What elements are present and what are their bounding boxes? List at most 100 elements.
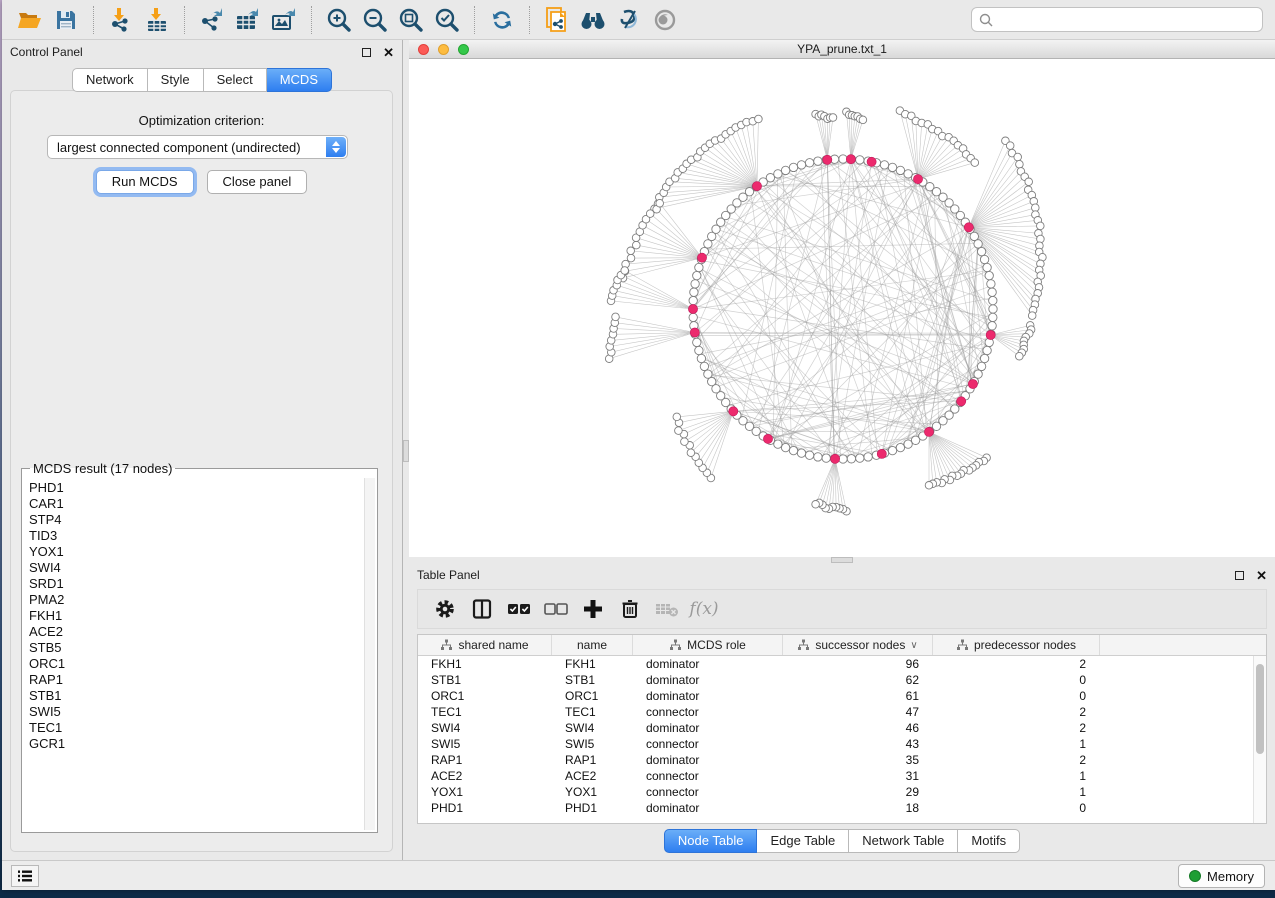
float-panel-icon[interactable] bbox=[1235, 571, 1244, 580]
column-header-filler bbox=[1100, 635, 1266, 655]
tab-select[interactable]: Select bbox=[204, 68, 267, 92]
close-panel-icon[interactable]: ✕ bbox=[383, 46, 394, 59]
cell-MCDS-role: connector bbox=[633, 785, 783, 799]
mcds-node-item[interactable]: STB1 bbox=[29, 688, 364, 704]
table-row[interactable]: TEC1TEC1connector472 bbox=[418, 704, 1253, 720]
open-file-button[interactable] bbox=[12, 4, 48, 36]
attribute-icon bbox=[797, 639, 810, 651]
network-graph[interactable] bbox=[409, 59, 1275, 557]
table-row[interactable]: ORC1ORC1dominator610 bbox=[418, 688, 1253, 704]
task-history-button[interactable] bbox=[11, 865, 39, 887]
show-columns-button[interactable] bbox=[467, 594, 497, 624]
search-input[interactable] bbox=[994, 13, 1262, 27]
scrollbar-thumb[interactable] bbox=[1256, 664, 1264, 754]
close-panel-icon[interactable]: ✕ bbox=[1256, 569, 1267, 582]
open-folder-icon bbox=[17, 9, 43, 31]
save-session-button[interactable] bbox=[48, 4, 84, 36]
tab-edge-table[interactable]: Edge Table bbox=[757, 829, 849, 853]
table-row[interactable]: ACE2ACE2connector311 bbox=[418, 768, 1253, 784]
hide-details-button[interactable] bbox=[611, 4, 647, 36]
mcds-node-item[interactable]: PHD1 bbox=[29, 480, 364, 496]
export-network-button[interactable] bbox=[194, 4, 230, 36]
table-row[interactable]: RAP1RAP1dominator352 bbox=[418, 752, 1253, 768]
column-header-successor-nodes[interactable]: successor nodes∨ bbox=[783, 635, 933, 655]
tab-network-table[interactable]: Network Table bbox=[849, 829, 958, 853]
import-table-button[interactable] bbox=[139, 4, 175, 36]
minimize-window-icon[interactable] bbox=[438, 44, 449, 55]
mcds-node-item[interactable]: SWI4 bbox=[29, 560, 364, 576]
mcds-node-item[interactable]: SRD1 bbox=[29, 576, 364, 592]
table-options-button[interactable] bbox=[430, 594, 460, 624]
table-row[interactable]: SWI4SWI4dominator462 bbox=[418, 720, 1253, 736]
table-scrollbar[interactable] bbox=[1253, 656, 1266, 823]
maximize-window-icon[interactable] bbox=[458, 44, 469, 55]
cell-predecessor-nodes: 2 bbox=[933, 721, 1100, 735]
tab-network[interactable]: Network bbox=[72, 68, 148, 92]
mcds-node-item[interactable]: FKH1 bbox=[29, 608, 364, 624]
cell-MCDS-role: dominator bbox=[633, 673, 783, 687]
zoom-out-button[interactable] bbox=[357, 4, 393, 36]
run-mcds-button[interactable]: Run MCDS bbox=[96, 170, 194, 194]
refresh-button[interactable] bbox=[484, 4, 520, 36]
cell-predecessor-nodes: 1 bbox=[933, 769, 1100, 783]
add-column-button[interactable] bbox=[578, 594, 608, 624]
float-panel-icon[interactable] bbox=[362, 48, 371, 57]
mcds-node-item[interactable]: TEC1 bbox=[29, 720, 364, 736]
tab-node-table[interactable]: Node Table bbox=[664, 829, 758, 853]
memory-button[interactable]: Memory bbox=[1178, 864, 1265, 888]
cell-name: RAP1 bbox=[552, 753, 633, 767]
mcds-node-item[interactable]: TID3 bbox=[29, 528, 364, 544]
mcds-list-scrollbar[interactable] bbox=[364, 478, 375, 830]
mcds-node-item[interactable]: ACE2 bbox=[29, 624, 364, 640]
first-neighbors-button[interactable] bbox=[575, 4, 611, 36]
mcds-node-item[interactable]: GCR1 bbox=[29, 736, 364, 752]
mcds-node-item[interactable]: YOX1 bbox=[29, 544, 364, 560]
table-row[interactable]: STB1STB1dominator620 bbox=[418, 672, 1253, 688]
function-builder-button-disabled: f(x) bbox=[689, 594, 719, 624]
column-header-predecessor-nodes[interactable]: predecessor nodes bbox=[933, 635, 1100, 655]
export-table-button[interactable] bbox=[230, 4, 266, 36]
unchecked-boxes-icon bbox=[544, 602, 568, 616]
table-row[interactable]: YOX1YOX1connector291 bbox=[418, 784, 1253, 800]
hide-graphics-icon bbox=[616, 8, 642, 32]
show-details-button[interactable] bbox=[647, 4, 683, 36]
tab-style[interactable]: Style bbox=[148, 68, 204, 92]
close-window-icon[interactable] bbox=[418, 44, 429, 55]
zoom-fit-button[interactable] bbox=[393, 4, 429, 36]
network-window-titlebar[interactable]: YPA_prune.txt_1 bbox=[409, 40, 1275, 59]
select-all-button[interactable] bbox=[504, 594, 534, 624]
tab-mcds[interactable]: MCDS bbox=[267, 68, 332, 92]
mcds-node-item[interactable]: ORC1 bbox=[29, 656, 364, 672]
mcds-result-list[interactable]: PHD1CAR1STP4TID3YOX1SWI4SRD1PMA2FKH1ACE2… bbox=[24, 480, 364, 830]
mcds-node-item[interactable]: RAP1 bbox=[29, 672, 364, 688]
mcds-node-item[interactable]: CAR1 bbox=[29, 496, 364, 512]
export-image-button[interactable] bbox=[266, 4, 302, 36]
zoom-fit-icon bbox=[398, 7, 424, 33]
mcds-node-item[interactable]: PMA2 bbox=[29, 592, 364, 608]
table-row[interactable]: SWI5SWI5connector431 bbox=[418, 736, 1253, 752]
network-view-window: YPA_prune.txt_1 bbox=[409, 40, 1275, 557]
column-label: MCDS role bbox=[687, 638, 746, 652]
criterion-select[interactable]: largest connected component (undirected) bbox=[47, 135, 348, 159]
table-row[interactable]: PHD1PHD1dominator180 bbox=[418, 800, 1253, 816]
tab-motifs[interactable]: Motifs bbox=[958, 829, 1020, 853]
mcds-node-item[interactable]: STP4 bbox=[29, 512, 364, 528]
column-header-name[interactable]: name bbox=[552, 635, 633, 655]
zoom-selected-button[interactable] bbox=[429, 4, 465, 36]
column-header-MCDS-role[interactable]: MCDS role bbox=[633, 635, 783, 655]
network-canvas[interactable] bbox=[409, 59, 1275, 557]
mcds-node-item[interactable]: SWI5 bbox=[29, 704, 364, 720]
import-network-button[interactable] bbox=[103, 4, 139, 36]
delete-column-button[interactable] bbox=[615, 594, 645, 624]
new-network-from-selection-button[interactable] bbox=[539, 4, 575, 36]
mcds-node-item[interactable]: STB5 bbox=[29, 640, 364, 656]
table-row[interactable]: FKH1FKH1dominator962 bbox=[418, 656, 1253, 672]
cell-successor-nodes: 47 bbox=[783, 705, 933, 719]
search-field[interactable] bbox=[971, 7, 1263, 32]
export-network-icon bbox=[199, 7, 225, 33]
zoom-in-button[interactable] bbox=[321, 4, 357, 36]
deselect-all-button[interactable] bbox=[541, 594, 571, 624]
close-panel-button[interactable]: Close panel bbox=[207, 170, 308, 194]
optimization-criterion-label: Optimization criterion: bbox=[11, 113, 392, 128]
column-header-shared-name[interactable]: shared name bbox=[418, 635, 552, 655]
